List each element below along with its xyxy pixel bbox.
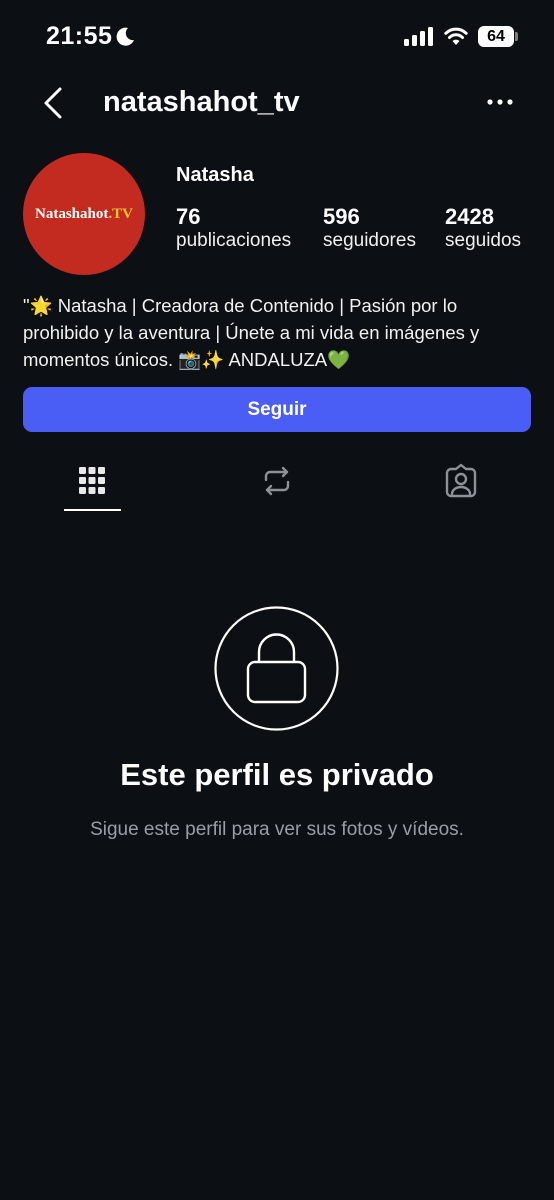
wifi-icon [444, 27, 468, 45]
bio-line: momentos únicos. 📸✨ ANDALUZA💚 [23, 349, 351, 370]
moon-icon [116, 27, 134, 46]
chevron-left-icon[interactable] [40, 85, 68, 121]
stat-followers[interactable]: 596 seguidores [323, 204, 416, 252]
stat-posts[interactable]: 76 publicaciones [176, 204, 291, 252]
status-time: 21:55 [46, 22, 113, 50]
tagged-user-icon[interactable] [443, 463, 479, 499]
grid-icon[interactable] [74, 463, 110, 499]
profile-bio: "🌟 Natasha | Creadora de Contenido | Pas… [23, 292, 538, 373]
avatar-logo-text: Natashahot.TV [35, 205, 133, 222]
avatar[interactable]: Natashahot.TV [23, 153, 145, 275]
more-horizontal-icon[interactable] [486, 96, 514, 108]
private-profile-subtitle: Sigue este perfil para ver sus fotos y v… [90, 819, 464, 840]
private-profile-title: Este perfil es privado [120, 757, 434, 792]
stat-following-count: 2428 [445, 204, 494, 229]
signal-icon [404, 27, 433, 46]
battery-icon: 64 [478, 26, 514, 47]
stat-followers-count: 596 [323, 204, 360, 229]
bio-line: prohibido y la aventura | Únete a mi vid… [23, 322, 480, 343]
follow-button[interactable]: Seguir [23, 387, 531, 432]
battery-nub [515, 32, 518, 41]
reels-repost-icon[interactable] [259, 463, 295, 499]
profile-username: natashahot_tv [103, 86, 300, 118]
display-name: Natasha [176, 164, 254, 186]
stat-posts-count: 76 [176, 204, 201, 229]
bio-line: "🌟 Natasha | Creadora de Contenido | Pas… [23, 295, 458, 316]
active-tab-indicator [64, 509, 121, 511]
stat-posts-label: publicaciones [176, 230, 292, 251]
stat-following-label: seguidos [445, 230, 522, 251]
stat-followers-label: seguidores [323, 230, 416, 251]
stat-following[interactable]: 2428 seguidos [445, 204, 521, 252]
lock-icon [214, 606, 339, 731]
